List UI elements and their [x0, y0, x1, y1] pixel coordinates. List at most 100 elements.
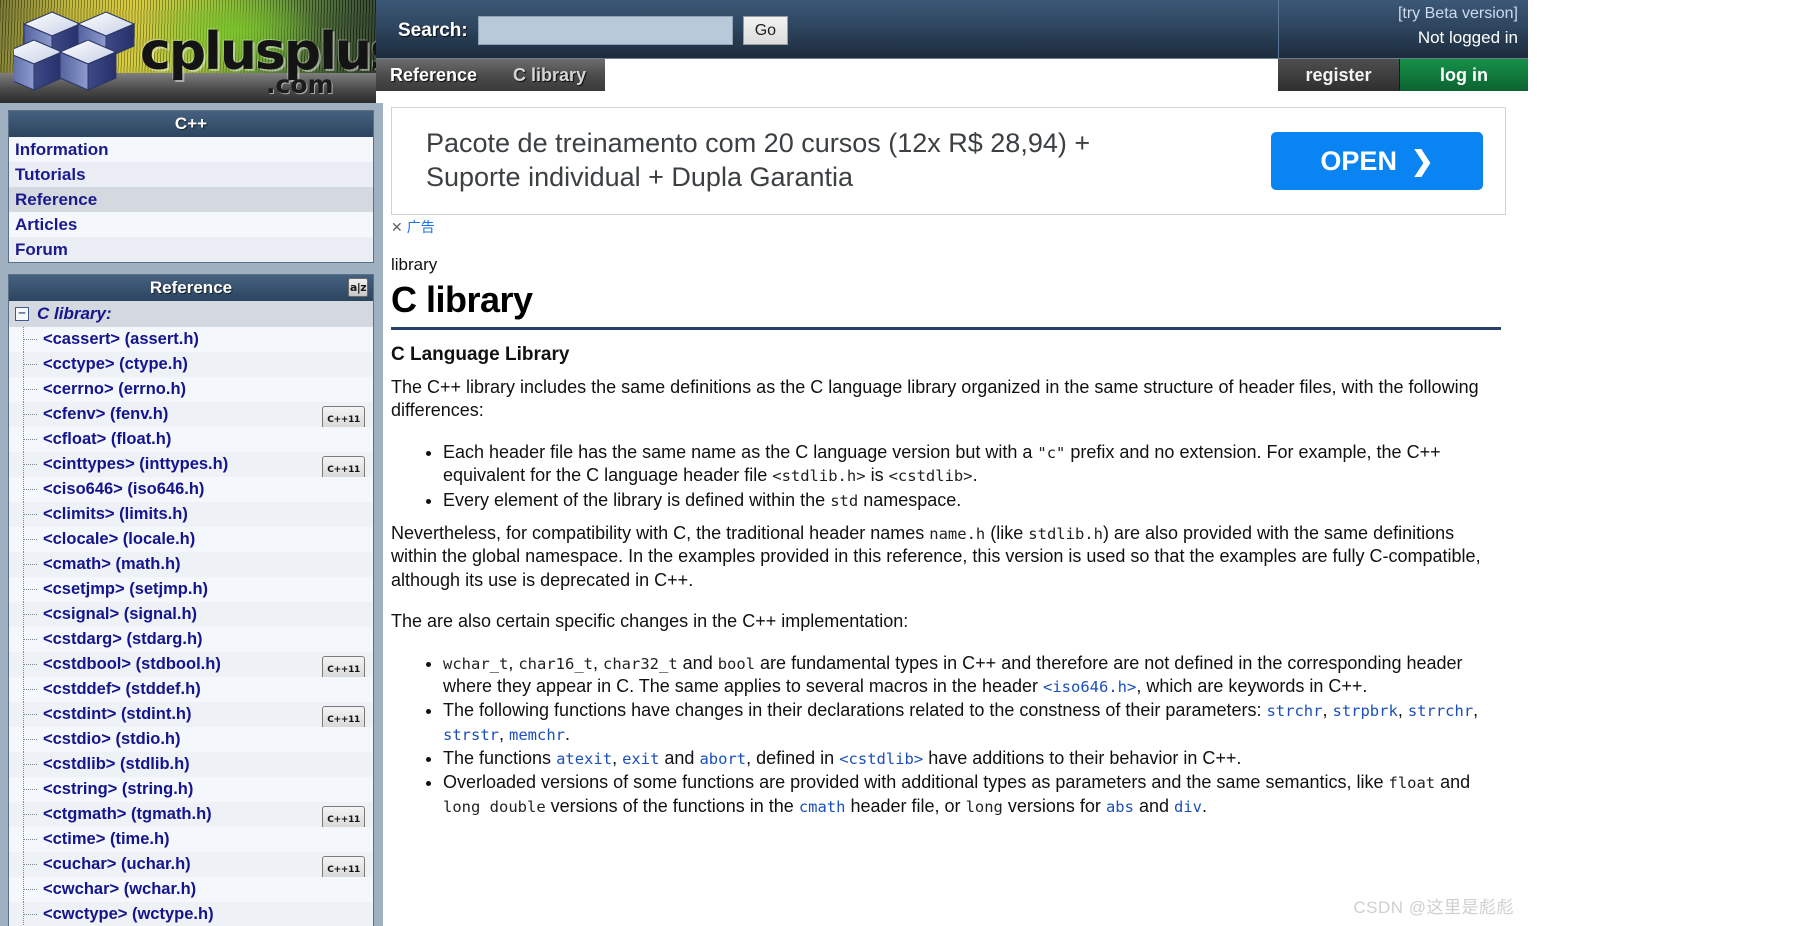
inline-code: char32_t: [603, 654, 678, 673]
advertisement-banner[interactable]: Pacote de treinamento com 20 cursos (12x…: [391, 107, 1506, 215]
breadcrumb-tabs: Reference C library: [376, 59, 606, 91]
inline-code: float: [1388, 774, 1436, 793]
compat-paragraph: Nevertheless, for compatibility with C, …: [391, 522, 1496, 592]
intro-paragraph: The C++ library includes the same defini…: [391, 377, 1479, 421]
inline-text: namespace.: [858, 489, 962, 510]
sidebar-item-information[interactable]: Information: [9, 137, 373, 162]
inline-text: and: [1133, 795, 1174, 816]
tree-item[interactable]: <cstdint> (stdint.h) C++11: [9, 702, 373, 735]
tab-reference[interactable]: Reference: [376, 59, 497, 91]
inline-text: header file, or: [845, 795, 966, 816]
inline-text: ,: [593, 652, 604, 673]
sidebar-item-articles[interactable]: Articles: [9, 212, 373, 237]
tree-item[interactable]: <cinttypes> (inttypes.h) C++11: [9, 452, 373, 485]
inline-code: <cstdlib>: [888, 467, 973, 486]
tree-item[interactable]: <cstddef> (stddef.h): [9, 677, 373, 702]
section-title: C Language Library: [391, 344, 570, 365]
tree-item[interactable]: <ctgmath> (tgmath.h) C++11: [9, 802, 373, 835]
inline-code-link[interactable]: abort: [699, 750, 746, 768]
tree-item[interactable]: <clocale> (locale.h): [9, 527, 373, 552]
tree-twig-icon: [24, 814, 37, 815]
ad-text: Pacote de treinamento com 20 cursos (12x…: [426, 128, 1091, 192]
inline-text: is: [865, 465, 889, 486]
tree-item[interactable]: <cmath> (math.h): [9, 552, 373, 577]
inline-code-link[interactable]: abs: [1106, 798, 1134, 816]
sidebar-item-label: Tutorials: [15, 165, 86, 184]
tree-item[interactable]: <ciso646> (iso646.h): [9, 477, 373, 502]
page-right-gutter: [1528, 0, 1800, 926]
breadcrumb[interactable]: library: [391, 255, 1510, 275]
tree-item[interactable]: <cstdarg> (stdarg.h): [9, 627, 373, 652]
tree-item[interactable]: <cstring> (string.h): [9, 777, 373, 802]
inline-text: Every element of the library is defined …: [443, 489, 831, 510]
tree-item[interactable]: <cstdlib> (stdlib.h): [9, 752, 373, 777]
beta-version-link[interactable]: [try Beta version]: [1289, 5, 1518, 23]
register-button[interactable]: register: [1278, 59, 1400, 91]
login-button[interactable]: log in: [1400, 59, 1528, 91]
tree-item[interactable]: <cstdbool> (stdbool.h) C++11: [9, 652, 373, 685]
inline-text: .: [972, 465, 978, 486]
tree-item-label: <cfloat> (float.h): [43, 430, 172, 448]
logo-tld: .com: [266, 70, 334, 99]
ad-open-button[interactable]: OPEN ❯: [1271, 132, 1483, 190]
inline-text: (like: [985, 522, 1029, 543]
tree-item[interactable]: <cwctype> (wctype.h): [9, 902, 373, 926]
tree-item[interactable]: <csignal> (signal.h): [9, 602, 373, 627]
sidebar-item-tutorials[interactable]: Tutorials: [9, 162, 373, 187]
inline-text: .: [1201, 795, 1207, 816]
tree-item[interactable]: <cstdio> (stdio.h): [9, 727, 373, 752]
tree-item-label: <cerrno> (errno.h): [43, 380, 187, 398]
logo-wordmark: cplusplus: [140, 22, 376, 82]
tree-item[interactable]: <ctime> (time.h): [9, 827, 373, 852]
tree-twig-icon: [24, 914, 37, 915]
sidebar-nav-list: Information Tutorials Reference Articles…: [9, 137, 373, 262]
inline-code-link[interactable]: <iso646.h>: [1043, 678, 1136, 696]
search-go-button[interactable]: Go: [742, 16, 789, 45]
tree-item[interactable]: <cwchar> (wchar.h): [9, 877, 373, 902]
inline-code-link[interactable]: atexit: [556, 750, 612, 768]
inline-text: have additions to their behavior in C++.: [923, 748, 1242, 769]
tree-collapse-icon[interactable]: −: [15, 307, 29, 321]
inline-code-link[interactable]: cmath: [799, 798, 846, 816]
sidebar-item-label: Articles: [15, 215, 78, 234]
tab-c-library[interactable]: C library: [495, 59, 606, 91]
tree-twig-icon: [24, 539, 37, 540]
tree-twig-icon: [24, 589, 37, 590]
ad-disclosure-label[interactable]: 广告: [407, 217, 435, 237]
close-icon[interactable]: ✕: [391, 219, 403, 236]
inline-code-link[interactable]: <cstdlib>: [839, 750, 923, 768]
sidebar: C++ Information Tutorials Reference Arti…: [0, 103, 383, 926]
tree-item[interactable]: <csetjmp> (setjmp.h): [9, 577, 373, 602]
search-input[interactable]: [477, 16, 733, 45]
logo-cubes-icon: [4, 8, 144, 103]
browser-page: cplusplus .com Search: Go [try Beta vers…: [0, 0, 1800, 926]
inline-code-link[interactable]: strstr: [443, 726, 499, 744]
sidebar-item-forum[interactable]: Forum: [9, 237, 373, 262]
inline-code-link[interactable]: strrchr: [1408, 702, 1473, 720]
site-logo[interactable]: cplusplus .com: [0, 0, 376, 103]
inline-code: <stdlib.h>: [772, 467, 866, 486]
tree-item[interactable]: <cfloat> (float.h): [9, 427, 373, 452]
inline-text: versions of the functions in the: [545, 795, 799, 816]
inline-code-link[interactable]: memchr: [509, 726, 565, 744]
sidebar-item-reference[interactable]: Reference: [9, 187, 373, 212]
inline-text: ,: [1397, 700, 1408, 721]
inline-text: ,: [508, 652, 519, 673]
inline-code-link[interactable]: div: [1174, 798, 1202, 816]
tree-twig-icon: [24, 339, 37, 340]
inline-text: Overloaded versions of some functions ar…: [443, 772, 1389, 793]
tree-item[interactable]: <cuchar> (uchar.h) C++11: [9, 852, 373, 885]
tree-twig-icon: [24, 864, 37, 865]
tree-root-c-library[interactable]: − C library:: [9, 301, 373, 327]
tree-item[interactable]: <cerrno> (errno.h): [9, 377, 373, 402]
ad-disclosure[interactable]: ✕ 广告: [391, 217, 1510, 237]
tree-item[interactable]: <climits> (limits.h): [9, 502, 373, 527]
tree-item[interactable]: <cctype> (ctype.h): [9, 352, 373, 377]
list-item: The following functions have changes in …: [443, 699, 1496, 746]
tree-item[interactable]: <cfenv> (fenv.h) C++11: [9, 402, 373, 435]
inline-code-link[interactable]: strpbrk: [1332, 702, 1397, 720]
inline-code-link[interactable]: strchr: [1266, 702, 1322, 720]
az-sort-icon[interactable]: a|z: [348, 278, 368, 297]
tree-item[interactable]: <cassert> (assert.h): [9, 327, 373, 352]
inline-code-link[interactable]: exit: [622, 750, 659, 768]
